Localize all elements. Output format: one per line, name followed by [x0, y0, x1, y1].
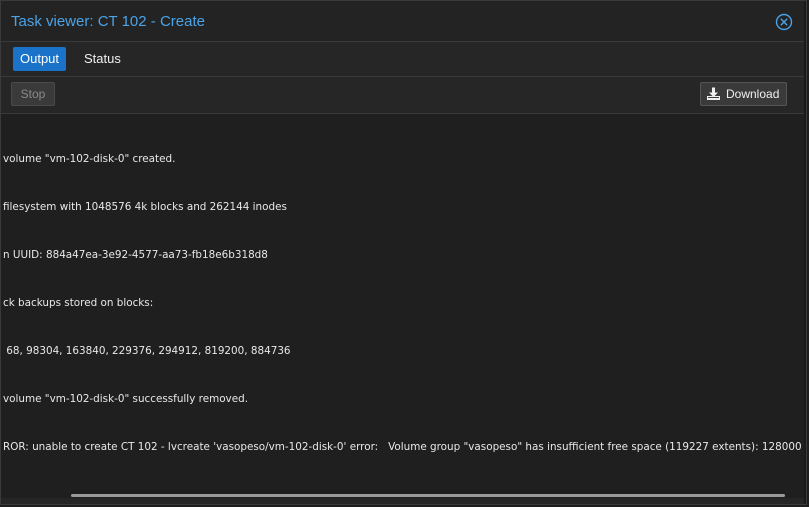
- horizontal-scrollbar[interactable]: [71, 494, 785, 497]
- tab-output[interactable]: Output: [13, 47, 67, 71]
- window-title: Task viewer: CT 102 - Create: [11, 13, 205, 30]
- log-line: filesystem with 1048576 4k blocks and 26…: [3, 201, 287, 213]
- task-viewer-window: Task viewer: CT 102 - Create Output Stat…: [0, 0, 807, 505]
- toolbar: Stop Download: [1, 77, 806, 114]
- stop-button[interactable]: Stop: [11, 82, 55, 106]
- log-line: n UUID: 884a47ea-3e92-4577-aa73-fb18e6b3…: [3, 249, 268, 261]
- download-label: Download: [726, 87, 780, 101]
- log-line: volume "vm-102-disk-0" created.: [3, 153, 176, 165]
- log-line: 68, 98304, 163840, 229376, 294912, 81920…: [3, 345, 291, 357]
- tab-bar: Output Status: [1, 42, 806, 77]
- log-line: ROR: unable to create CT 102 - lvcreate …: [3, 441, 806, 453]
- close-icon[interactable]: [775, 13, 793, 31]
- title-bar: Task viewer: CT 102 - Create: [1, 1, 806, 42]
- window-edge: [804, 1, 806, 504]
- download-icon: [707, 87, 720, 100]
- log-line: volume "vm-102-disk-0" successfully remo…: [3, 393, 249, 405]
- log-line: ck backups stored on blocks:: [3, 297, 154, 309]
- download-button[interactable]: Download: [700, 82, 787, 106]
- log-output[interactable]: volume "vm-102-disk-0" created. filesyst…: [1, 114, 806, 498]
- log-lines: volume "vm-102-disk-0" created. filesyst…: [3, 119, 806, 487]
- tab-status[interactable]: Status: [77, 47, 128, 71]
